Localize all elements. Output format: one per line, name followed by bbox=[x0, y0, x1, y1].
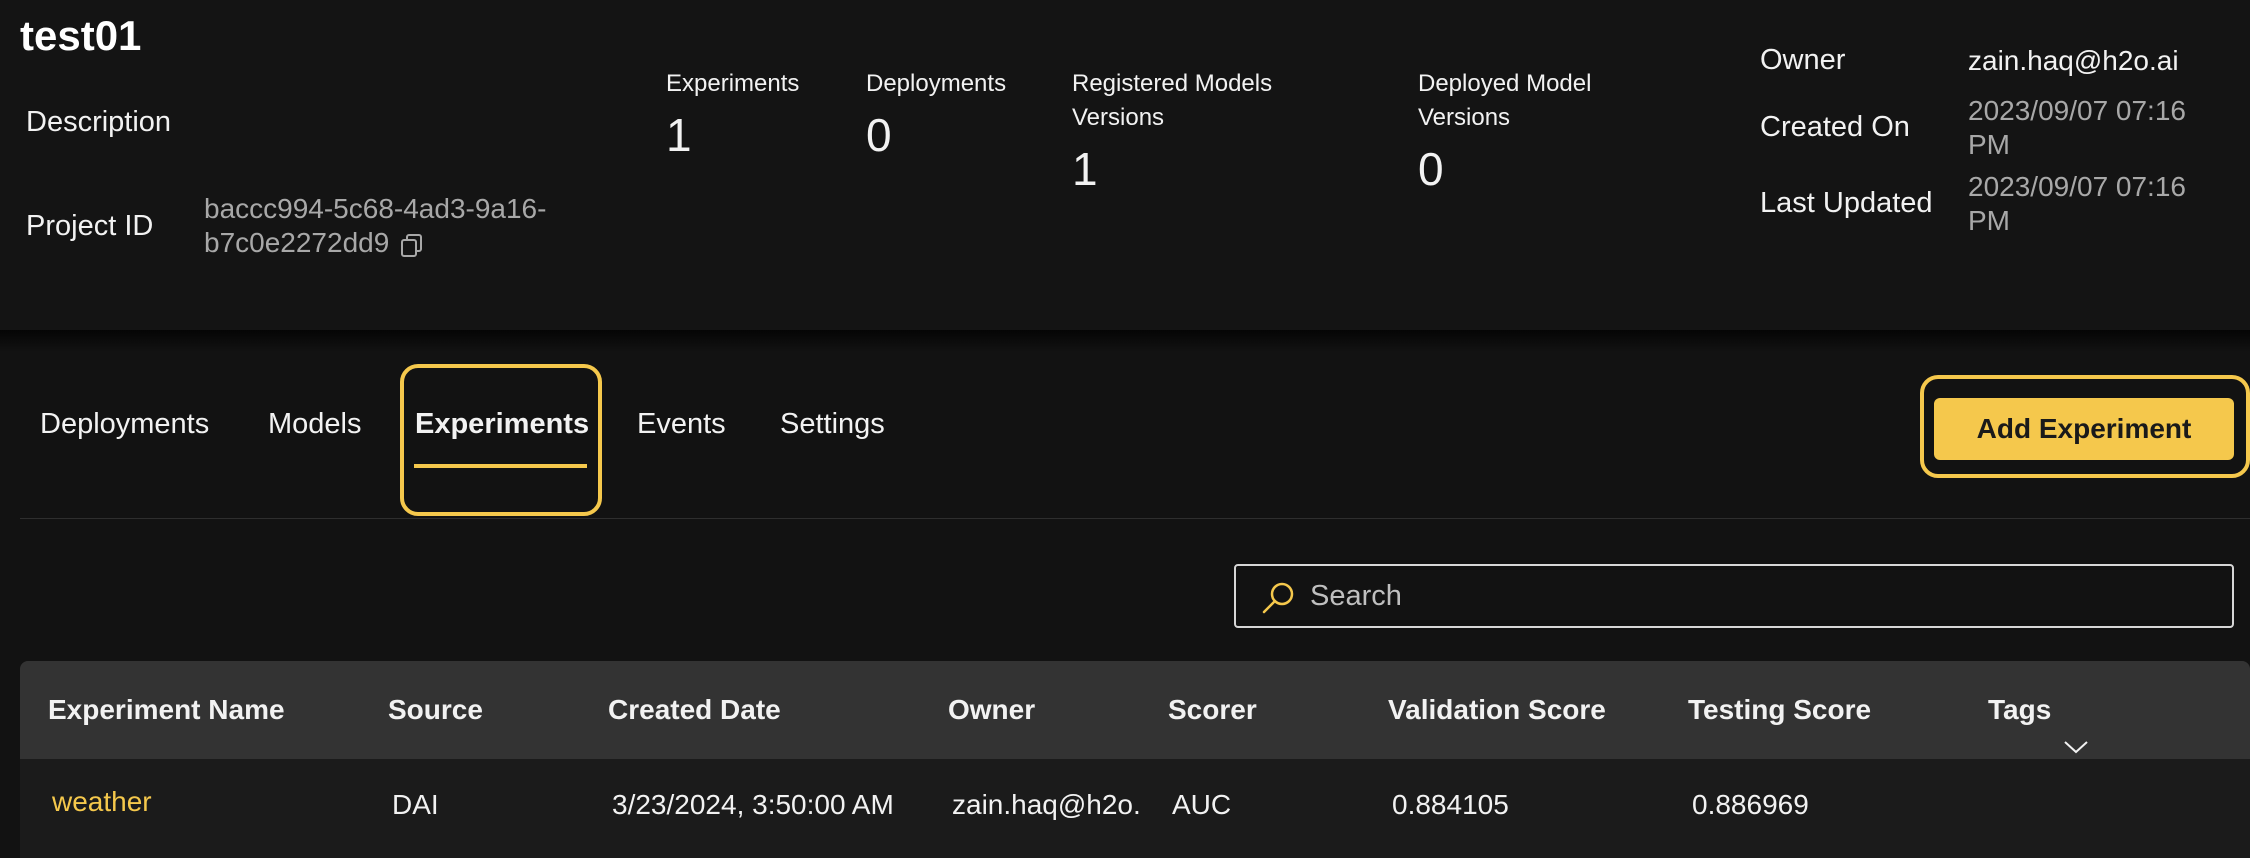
chevron-down-icon[interactable] bbox=[2061, 699, 2091, 753]
stat-deployed-label-line1: Deployed Model bbox=[1418, 70, 1592, 97]
description-label: Description bbox=[26, 106, 172, 138]
column-header-scorer[interactable]: Scorer bbox=[1168, 661, 1257, 759]
header-divider bbox=[0, 330, 2250, 352]
stat-registered-label-line2: Versions bbox=[1072, 104, 1165, 131]
cell-source: DAI bbox=[392, 789, 439, 820]
column-header-owner[interactable]: Owner bbox=[948, 661, 1035, 759]
table-header: Experiment Name Source Created Date Owne… bbox=[20, 661, 2250, 759]
column-header-tags-label: Tags bbox=[1988, 694, 2052, 725]
last-updated-line1: 2023/09/07 07:16 bbox=[1968, 171, 2186, 202]
search-icon bbox=[1260, 580, 1296, 616]
cell-validation-score: 0.884105 bbox=[1392, 789, 1509, 820]
column-header-tags[interactable]: Tags bbox=[1988, 661, 2091, 759]
column-header-created-date[interactable]: Created Date bbox=[608, 661, 781, 759]
column-header-testing-score[interactable]: Testing Score bbox=[1688, 661, 1871, 759]
last-updated-value: 2023/09/07 07:16 PM bbox=[1968, 170, 2218, 238]
owner-value: zain.haq@h2o.ai bbox=[1968, 45, 2179, 76]
last-updated-line2: PM bbox=[1968, 205, 2010, 236]
project-id-label: Project ID bbox=[26, 210, 154, 242]
project-id-value: baccc994-5c68-4ad3-9a16- b7c0e2272dd9 bbox=[204, 192, 624, 260]
stat-experiments-label: Experiments bbox=[666, 70, 800, 97]
project-id-line2: b7c0e2272dd9 bbox=[204, 226, 624, 260]
stat-deployed-label: Deployed Model Versions bbox=[1418, 67, 1591, 135]
stat-deployed-label-line2: Versions bbox=[1418, 104, 1511, 131]
owner-label: Owner bbox=[1760, 44, 1846, 76]
copy-icon[interactable] bbox=[399, 232, 425, 258]
tab-models[interactable]: Models bbox=[268, 408, 362, 441]
cell-scorer: AUC bbox=[1172, 789, 1232, 820]
add-experiment-button[interactable]: Add Experiment bbox=[1934, 398, 2234, 460]
cell-created-date: 3/23/2024, 3:50:00 AM bbox=[612, 789, 894, 820]
cell-testing-score: 0.886969 bbox=[1692, 789, 1809, 820]
tab-settings[interactable]: Settings bbox=[780, 408, 885, 441]
column-header-validation-score[interactable]: Validation Score bbox=[1388, 661, 1606, 759]
page-title: test01 bbox=[20, 12, 142, 59]
created-on-label: Created On bbox=[1760, 111, 1910, 143]
experiments-table: Experiment Name Source Created Date Owne… bbox=[20, 661, 2250, 858]
search-box[interactable] bbox=[1234, 564, 2234, 628]
stat-registered-value: 1 bbox=[1072, 143, 1098, 195]
cell-owner: zain.haq@h2o. bbox=[952, 789, 1141, 820]
tab-experiments[interactable]: Experiments bbox=[415, 408, 589, 441]
active-tab-indicator bbox=[414, 464, 587, 468]
stat-registered-label-line1: Registered Models bbox=[1072, 70, 1273, 97]
column-header-source[interactable]: Source bbox=[388, 661, 483, 759]
project-id-line2-text: b7c0e2272dd9 bbox=[204, 227, 390, 258]
created-on-line2: PM bbox=[1968, 129, 2010, 160]
column-header-experiment-name[interactable]: Experiment Name bbox=[48, 661, 285, 759]
created-on-line1: 2023/09/07 07:16 bbox=[1968, 95, 2186, 126]
last-updated-label: Last Updated bbox=[1760, 187, 1933, 219]
experiment-name-link[interactable]: weather bbox=[52, 786, 152, 818]
created-on-value: 2023/09/07 07:16 PM bbox=[1968, 94, 2218, 162]
tabs-divider bbox=[20, 518, 2250, 519]
tab-events[interactable]: Events bbox=[637, 408, 726, 441]
project-id-line1: baccc994-5c68-4ad3-9a16- bbox=[204, 193, 547, 224]
stat-deployments-label: Deployments bbox=[866, 70, 1007, 97]
stat-experiments-value: 1 bbox=[666, 109, 692, 161]
tab-deployments[interactable]: Deployments bbox=[40, 408, 209, 441]
project-header: test01 Description Project ID baccc994-5… bbox=[0, 0, 2250, 340]
stat-deployed-value: 0 bbox=[1418, 143, 1444, 195]
search-input[interactable] bbox=[1308, 566, 2208, 626]
stat-registered-label: Registered Models Versions bbox=[1072, 67, 1272, 135]
stat-deployments-value: 0 bbox=[866, 109, 892, 161]
